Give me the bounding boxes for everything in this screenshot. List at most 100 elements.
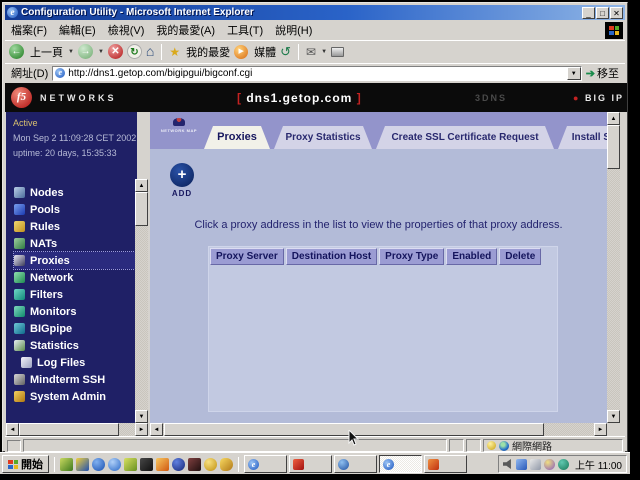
forward-icon[interactable]: →	[78, 44, 93, 59]
quicklaunch-icon[interactable]	[124, 458, 137, 471]
history-icon[interactable]: ↺	[280, 44, 291, 60]
task-button[interactable]	[289, 455, 332, 473]
menu-view[interactable]: 檢視(V)	[108, 22, 145, 38]
home-icon[interactable]: ⌂	[146, 44, 154, 59]
tab-create-ssl-certificate-request[interactable]: Create SSL Certificate Request	[376, 126, 554, 149]
scroll-left-icon[interactable]: ◄	[6, 423, 19, 436]
scroll-thumb[interactable]	[135, 192, 148, 226]
sidebar-item-rules[interactable]: Rules	[14, 218, 135, 235]
mail-dropdown-icon[interactable]: ▼	[321, 49, 327, 55]
start-button[interactable]: 開始	[2, 455, 49, 473]
tab-install-ssl-certificate[interactable]: Install SSL Certifi	[558, 126, 607, 149]
go-button[interactable]: ➔ 移至	[586, 65, 625, 81]
toolbar-separator	[298, 44, 299, 60]
task-button[interactable]: e	[244, 455, 287, 473]
quicklaunch-icon[interactable]	[60, 458, 73, 471]
sidebar-item-nats[interactable]: NATs	[14, 235, 135, 252]
favorites-icon[interactable]: ★	[169, 45, 180, 59]
sidebar-item-nodes[interactable]: Nodes	[14, 184, 135, 201]
tab-proxies[interactable]: Proxies	[204, 126, 270, 149]
sidebar-item-bigpipe[interactable]: BIGpipe	[14, 320, 135, 337]
quick-launch-bar	[60, 458, 233, 471]
tray-icon[interactable]	[544, 459, 555, 470]
sidebar-item-mindterm-ssh[interactable]: Mindterm SSH	[14, 371, 135, 388]
scrollbar-corner	[607, 423, 620, 436]
maximize-button[interactable]: □	[596, 7, 609, 19]
stop-icon[interactable]: ✕	[108, 44, 123, 59]
quicklaunch-icon[interactable]	[140, 458, 153, 471]
back-button-label[interactable]: 上一頁	[30, 44, 63, 60]
mail-icon[interactable]: ✉	[306, 45, 316, 59]
quicklaunch-icon[interactable]	[156, 458, 169, 471]
task-button[interactable]	[334, 455, 377, 473]
network-icon	[14, 272, 25, 283]
scroll-right-icon[interactable]: ►	[135, 423, 148, 436]
add-button[interactable]: +	[170, 163, 194, 187]
scroll-up-icon[interactable]: ▲	[135, 179, 148, 192]
taskbar-separator	[54, 457, 55, 472]
tab-proxy-statistics[interactable]: Proxy Statistics	[274, 126, 372, 149]
sidebar-item-statistics[interactable]: Statistics	[14, 337, 135, 354]
tray-icon[interactable]	[530, 459, 541, 470]
scroll-down-icon[interactable]: ▼	[607, 410, 620, 423]
quicklaunch-icon[interactable]	[76, 458, 89, 471]
media-icon[interactable]: ▶	[234, 45, 248, 59]
forward-dropdown-icon[interactable]: ▼	[98, 49, 104, 55]
scroll-down-icon[interactable]: ▼	[135, 410, 148, 423]
favorites-button-label[interactable]: 我的最愛	[186, 44, 230, 60]
sidebar-item-pools[interactable]: Pools	[14, 201, 135, 218]
menu-help[interactable]: 說明(H)	[275, 22, 312, 38]
column-header-enabled[interactable]: Enabled	[446, 248, 497, 265]
address-input[interactable]: e http://dns1.getop.com/bigipgui/bigconf…	[52, 66, 582, 81]
task-button-active[interactable]: e	[379, 455, 422, 473]
sidebar-vertical-scrollbar[interactable]: ▲ ▼	[135, 179, 148, 423]
sidebar-item-system-admin[interactable]: System Admin	[14, 388, 135, 405]
refresh-icon[interactable]: ↻	[127, 44, 142, 59]
sidebar-item-network[interactable]: Network	[14, 269, 135, 286]
menu-tools[interactable]: 工具(T)	[227, 22, 263, 38]
sidebar-item-filters[interactable]: Filters	[14, 286, 135, 303]
column-header-destination-host[interactable]: Destination Host	[286, 248, 377, 265]
close-button[interactable]: ✕	[610, 7, 623, 19]
quicklaunch-icon[interactable]	[188, 458, 201, 471]
minimize-button[interactable]: _	[582, 7, 595, 19]
column-header-delete[interactable]: Delete	[499, 248, 541, 265]
quicklaunch-icon[interactable]	[92, 458, 105, 471]
address-dropdown-icon[interactable]: ▼	[567, 67, 581, 80]
sidebar-item-log-files[interactable]: Log Files	[14, 354, 135, 371]
back-dropdown-icon[interactable]: ▼	[68, 49, 74, 55]
url-text[interactable]: http://dns1.getop.com/bigipgui/bigconf.c…	[68, 68, 564, 79]
quicklaunch-icon[interactable]	[220, 458, 233, 471]
scroll-thumb[interactable]	[607, 125, 620, 169]
media-button-label[interactable]: 媒體	[254, 44, 276, 60]
f5-logo-icon: f5	[11, 87, 32, 108]
tray-icon[interactable]	[558, 459, 569, 470]
menu-edit[interactable]: 編輯(E)	[59, 22, 96, 38]
menu-file[interactable]: 檔案(F)	[11, 22, 47, 38]
task-button[interactable]	[424, 455, 467, 473]
sidebar-horizontal-scrollbar[interactable]: ◄ ►	[6, 423, 148, 436]
table-header-row: Proxy Server Destination Host Proxy Type…	[210, 248, 541, 265]
scroll-right-icon[interactable]: ►	[594, 423, 607, 436]
volume-icon[interactable]	[503, 459, 513, 469]
network-map-button[interactable]: NETWORK MAP	[156, 116, 202, 146]
quicklaunch-icon[interactable]	[172, 458, 185, 471]
quicklaunch-icon[interactable]	[108, 458, 121, 471]
quicklaunch-icon[interactable]	[204, 458, 217, 471]
content-horizontal-scrollbar[interactable]: ◄ ►	[150, 423, 607, 436]
scroll-left-icon[interactable]: ◄	[150, 423, 163, 436]
scroll-up-icon[interactable]: ▲	[607, 112, 620, 125]
print-icon[interactable]	[331, 47, 344, 57]
scroll-thumb[interactable]	[19, 423, 119, 436]
back-icon[interactable]: ←	[9, 44, 24, 59]
tab-band: NETWORK MAP Proxies Proxy Statistics Cre…	[150, 112, 607, 149]
tray-icon[interactable]	[516, 459, 527, 470]
column-header-proxy-type[interactable]: Proxy Type	[379, 248, 444, 265]
mouse-cursor	[348, 430, 359, 446]
sidebar-item-proxies[interactable]: Proxies	[14, 252, 135, 269]
content-vertical-scrollbar[interactable]: ▲ ▼	[607, 112, 620, 423]
column-header-proxy-server[interactable]: Proxy Server	[210, 248, 284, 265]
menu-favorites[interactable]: 我的最愛(A)	[156, 22, 215, 38]
sidebar-item-monitors[interactable]: Monitors	[14, 303, 135, 320]
brand-name: NETWORKS	[40, 93, 117, 103]
